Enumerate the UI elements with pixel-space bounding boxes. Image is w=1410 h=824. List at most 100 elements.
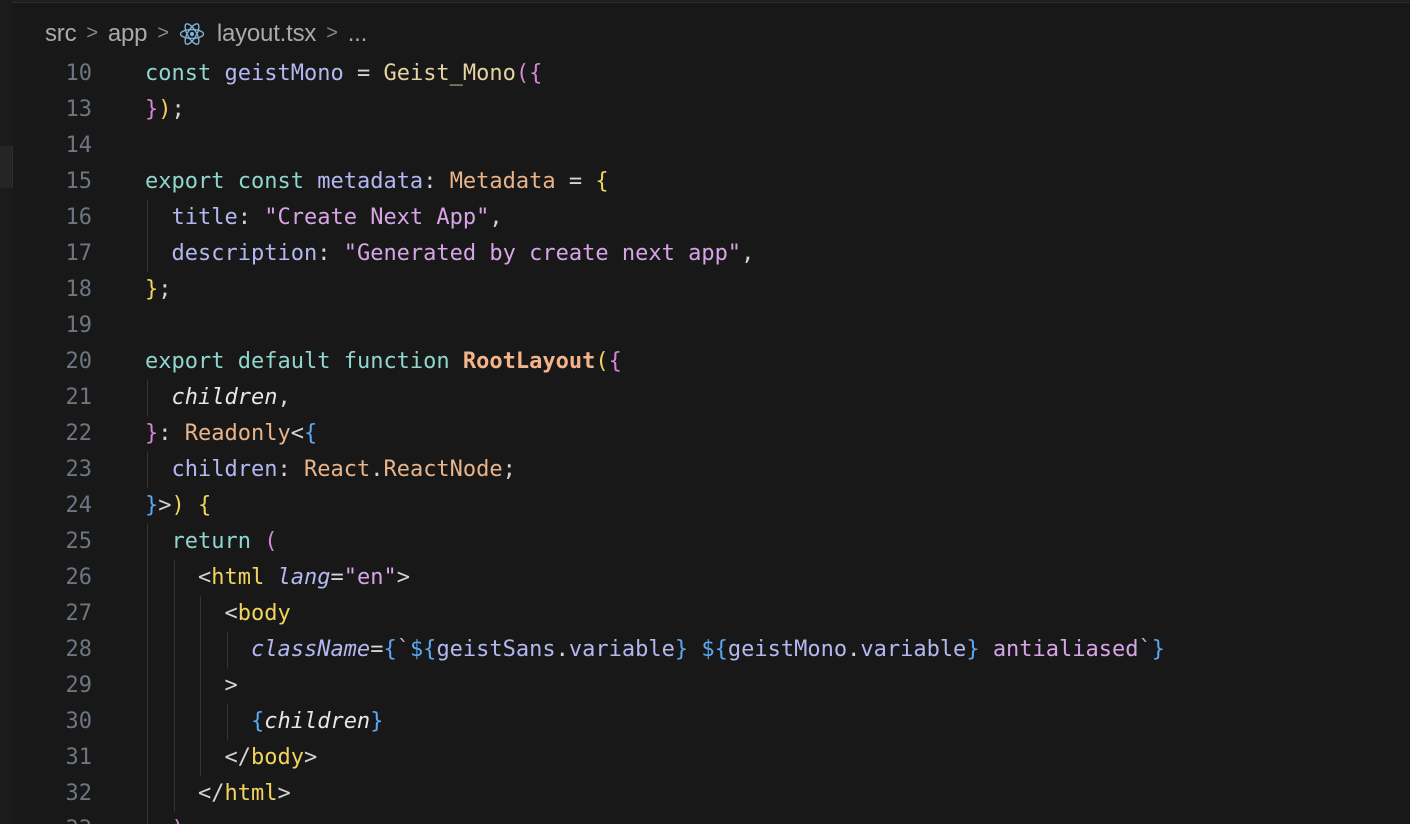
indent-guide <box>147 632 148 668</box>
code-text: const geistMono = Geist_Mono({ <box>145 61 543 86</box>
breadcrumb-separator: > <box>86 21 98 44</box>
code-line[interactable]: 28 className={`${geistSans.variable} ${g… <box>0 632 1410 668</box>
code-text: return ( <box>171 529 278 554</box>
code-text: children: React.ReactNode; <box>171 457 516 482</box>
code-text: className={`${geistSans.variable} ${geis… <box>250 637 1166 662</box>
line-number: 31 <box>65 745 93 770</box>
code-text: export default function RootLayout({ <box>145 349 622 374</box>
code-line[interactable]: 32 </html> <box>0 776 1410 812</box>
code-line[interactable]: 23 children: React.ReactNode; <box>0 452 1410 488</box>
code-line[interactable]: 30 {children} <box>0 704 1410 740</box>
code-line[interactable]: 26 <html lang="en"> <box>0 560 1410 596</box>
indent-guide <box>147 380 148 416</box>
line-number: 20 <box>65 349 93 374</box>
indent-guide <box>147 200 148 236</box>
code-line[interactable]: 15 export const metadata: Metadata = { <box>0 164 1410 200</box>
code-text: title: "Create Next App", <box>171 205 503 230</box>
line-number: 13 <box>65 97 93 122</box>
line-number: 30 <box>65 709 93 734</box>
indent-guide <box>147 812 148 824</box>
indent-guide <box>173 596 175 632</box>
code-text: }; <box>145 277 172 302</box>
indent-guide <box>147 524 148 560</box>
code-line[interactable]: 31 </body> <box>0 740 1410 776</box>
code-text: > <box>224 673 238 698</box>
line-number: 18 <box>65 277 93 302</box>
line-number: 21 <box>65 385 93 410</box>
tab-bar-edge <box>0 0 1410 3</box>
code-editor[interactable]: 10 const geistMono = Geist_Mono({ 13}); 14 1… <box>0 56 1410 824</box>
code-text: }: Readonly<{ <box>145 421 318 446</box>
react-icon <box>179 23 205 45</box>
code-text: </body> <box>224 745 318 770</box>
indent-guide <box>226 704 228 740</box>
code-text: ); <box>145 812 199 824</box>
code-line[interactable]: 19 <box>0 308 1410 344</box>
line-number: 27 <box>65 601 93 626</box>
code-line[interactable]: 10 const geistMono = Geist_Mono({ <box>0 56 1410 92</box>
indent-guide <box>200 704 201 740</box>
code-line[interactable]: 24 }>) { <box>0 488 1410 524</box>
breadcrumb: src > app > layout.tsx > ... <box>45 18 367 50</box>
code-text: children, <box>171 385 291 410</box>
indent-guide <box>200 740 201 776</box>
indent-guide <box>173 668 175 704</box>
line-number: 29 <box>65 673 93 698</box>
code-line[interactable]: 25 return ( <box>0 524 1410 560</box>
code-text: export const metadata: Metadata = { <box>145 169 609 194</box>
code-text: }); <box>145 97 185 122</box>
breadcrumb-separator: > <box>157 21 169 44</box>
line-number: 15 <box>65 169 93 194</box>
indent-guide <box>200 596 201 632</box>
line-number: 28 <box>65 637 93 662</box>
line-number: 33 <box>40 812 93 824</box>
breadcrumb-item-src[interactable]: src <box>45 20 77 48</box>
line-number: 17 <box>65 241 93 266</box>
indent-guide <box>147 596 148 632</box>
line-number: 32 <box>65 781 93 806</box>
line-number: 25 <box>65 529 93 554</box>
indent-guide <box>147 740 148 776</box>
code-text: description: "Generated by create next a… <box>171 241 755 266</box>
line-number: 22 <box>65 421 93 446</box>
code-line[interactable]: 20 export default function RootLayout({ <box>0 344 1410 380</box>
code-line[interactable]: 22 }: Readonly<{ <box>0 416 1410 452</box>
line-number: 26 <box>65 565 93 590</box>
indent-guide <box>173 560 175 596</box>
code-line[interactable]: 17 description: "Generated by create nex… <box>0 236 1410 272</box>
indent-guide <box>147 236 148 272</box>
breadcrumb-item-file[interactable]: layout.tsx <box>217 20 317 48</box>
code-line[interactable]: 29 > <box>0 668 1410 704</box>
indent-guide <box>147 776 148 812</box>
code-text: <body <box>224 601 291 626</box>
indent-guide <box>147 704 148 740</box>
indent-guide <box>173 632 175 668</box>
code-line[interactable]: 21 children, <box>0 380 1410 416</box>
indent-guide <box>173 776 175 812</box>
code-text: {children} <box>250 709 384 734</box>
indent-guide <box>200 668 201 704</box>
code-text: }>) { <box>145 493 212 518</box>
code-line[interactable]: 33 ); <box>0 812 1410 824</box>
indent-guide <box>147 668 148 704</box>
code-line[interactable]: 14 <box>0 128 1410 164</box>
breadcrumb-item-more[interactable]: ... <box>348 20 368 48</box>
code-text: <html lang="en"> <box>197 565 410 590</box>
breadcrumb-separator: > <box>326 21 338 44</box>
line-number: 16 <box>65 205 93 230</box>
breadcrumb-item-app[interactable]: app <box>108 20 148 48</box>
code-line[interactable]: 16 title: "Create Next App", <box>0 200 1410 236</box>
code-line[interactable]: 13}); <box>0 92 1410 128</box>
indent-guide <box>173 704 175 740</box>
line-number: 10 <box>65 61 93 86</box>
line-number: 19 <box>65 313 93 338</box>
line-number: 24 <box>65 493 93 518</box>
indent-guide <box>147 560 148 596</box>
code-text: </html> <box>197 781 291 806</box>
code-line[interactable]: 27 <body <box>0 596 1410 632</box>
line-number: 14 <box>65 133 93 158</box>
indent-guide <box>147 452 148 488</box>
code-line[interactable]: 18}; <box>0 272 1410 308</box>
indent-guide <box>200 632 201 668</box>
indent-guide <box>226 632 228 668</box>
